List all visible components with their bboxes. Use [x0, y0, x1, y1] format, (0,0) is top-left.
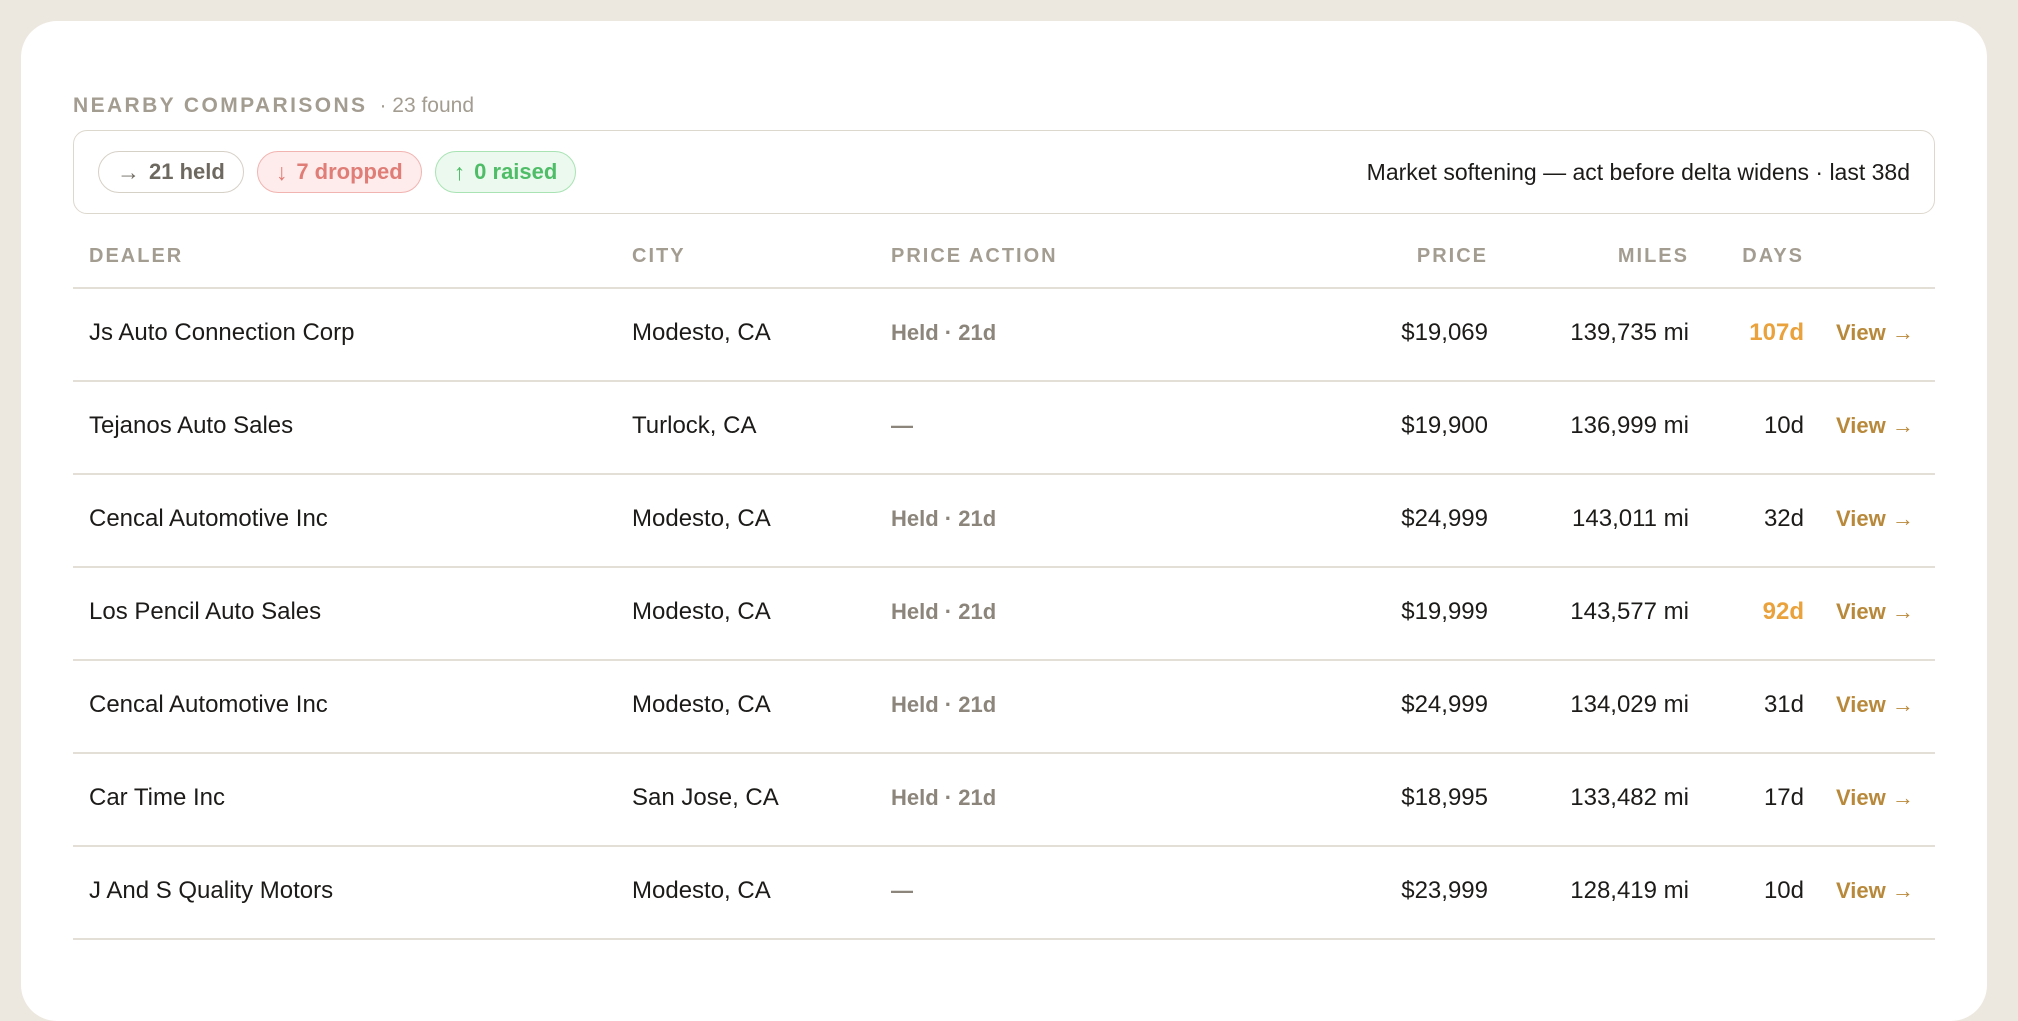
- days-on-market: 10d: [1763, 412, 1804, 439]
- row-divider: [73, 659, 1935, 661]
- market-note: Market softening — act before delta wide…: [1366, 158, 1910, 185]
- dealer-name: Cencal Automotive Inc: [89, 691, 328, 718]
- result-count: · 23 found: [379, 94, 475, 117]
- row-divider: [73, 938, 1935, 940]
- price-action: Held · 21d: [891, 506, 997, 531]
- column-header-miles[interactable]: MILES: [1521, 241, 1689, 271]
- view-listing-link[interactable]: View →: [1836, 874, 1914, 908]
- view-listing-link[interactable]: View →: [1836, 781, 1914, 815]
- header-divider: [73, 287, 1935, 289]
- row-divider: [73, 566, 1935, 568]
- price-action: —: [891, 413, 913, 438]
- listing-miles: 133,482 mi: [1570, 784, 1689, 811]
- column-header-city[interactable]: CITY: [632, 241, 686, 271]
- row-divider: [73, 752, 1935, 754]
- listing-miles: 143,577 mi: [1570, 598, 1689, 625]
- dropped-filter-pill[interactable]: ↓ 7 dropped: [256, 151, 422, 193]
- price-action: Held · 21d: [891, 785, 997, 810]
- arrow-down-icon: ↓: [275, 158, 288, 185]
- dealer-city: Modesto, CA: [632, 505, 771, 532]
- arrow-up-icon: ↑: [453, 158, 466, 185]
- dealer-city: Modesto, CA: [632, 598, 771, 625]
- days-on-market: 10d: [1763, 877, 1804, 904]
- column-header-price-action[interactable]: PRICE ACTION: [891, 241, 1058, 271]
- listing-miles: 128,419 mi: [1570, 877, 1689, 904]
- view-listing-link[interactable]: View →: [1836, 688, 1914, 722]
- column-header-price[interactable]: PRICE: [1321, 241, 1488, 271]
- row-divider: [73, 380, 1935, 382]
- held-filter-pill[interactable]: → 21 held: [98, 151, 244, 193]
- dropped-count-label: 7 dropped: [296, 159, 403, 184]
- dealer-city: Modesto, CA: [632, 877, 771, 904]
- price-action: Held · 21d: [891, 320, 997, 345]
- held-count-label: 21 held: [149, 159, 225, 184]
- view-listing-link[interactable]: View →: [1836, 409, 1914, 443]
- dealer-city: Turlock, CA: [632, 412, 757, 439]
- price-action: Held · 21d: [891, 599, 997, 624]
- listing-price: $19,069: [1401, 319, 1488, 346]
- days-on-market: 32d: [1763, 505, 1804, 532]
- listing-price: $19,900: [1401, 412, 1488, 439]
- listing-miles: 134,029 mi: [1570, 691, 1689, 718]
- listing-miles: 136,999 mi: [1570, 412, 1689, 439]
- dealer-name: Js Auto Connection Corp: [89, 319, 355, 346]
- row-divider: [73, 845, 1935, 847]
- dealer-name: Car Time Inc: [89, 784, 226, 811]
- days-on-market: 17d: [1763, 784, 1804, 811]
- dealer-name: J And S Quality Motors: [89, 877, 334, 904]
- column-header-dealer[interactable]: DEALER: [89, 241, 183, 271]
- section-header: NEARBY COMPARISONS · 23 found: [73, 91, 474, 121]
- row-divider: [73, 473, 1935, 475]
- comparisons-card: NEARBY COMPARISONS · 23 found → 21 held …: [21, 21, 1987, 1021]
- listing-price: $18,995: [1401, 784, 1488, 811]
- listing-price: $24,999: [1401, 505, 1488, 532]
- listing-miles: 143,011 mi: [1572, 505, 1689, 532]
- dealer-name: Cencal Automotive Inc: [89, 505, 328, 532]
- raised-filter-pill[interactable]: ↑ 0 raised: [434, 151, 577, 193]
- price-action: Held · 21d: [891, 692, 997, 717]
- dealer-city: Modesto, CA: [632, 691, 771, 718]
- listing-price: $19,999: [1401, 598, 1488, 625]
- price-action-summary: → 21 held ↓ 7 dropped ↑ 0 raised Market …: [73, 130, 1935, 214]
- listing-price: $24,999: [1401, 691, 1488, 718]
- dealer-name: Los Pencil Auto Sales: [89, 598, 322, 625]
- days-on-market: 107d: [1749, 319, 1804, 346]
- raised-count-label: 0 raised: [474, 159, 558, 184]
- price-action: —: [891, 878, 913, 903]
- dealer-city: San Jose, CA: [632, 784, 779, 811]
- column-header-days[interactable]: DAYS: [1721, 241, 1804, 271]
- dealer-city: Modesto, CA: [632, 319, 771, 346]
- view-listing-link[interactable]: View →: [1836, 316, 1914, 350]
- arrow-right-icon: →: [117, 158, 140, 185]
- days-on-market: 31d: [1763, 691, 1804, 718]
- section-title: NEARBY COMPARISONS: [73, 94, 368, 117]
- view-listing-link[interactable]: View →: [1836, 595, 1914, 629]
- listing-miles: 139,735 mi: [1570, 319, 1689, 346]
- dealer-name: Tejanos Auto Sales: [89, 412, 294, 439]
- listing-price: $23,999: [1401, 877, 1488, 904]
- days-on-market: 92d: [1762, 598, 1804, 625]
- view-listing-link[interactable]: View →: [1836, 502, 1914, 536]
